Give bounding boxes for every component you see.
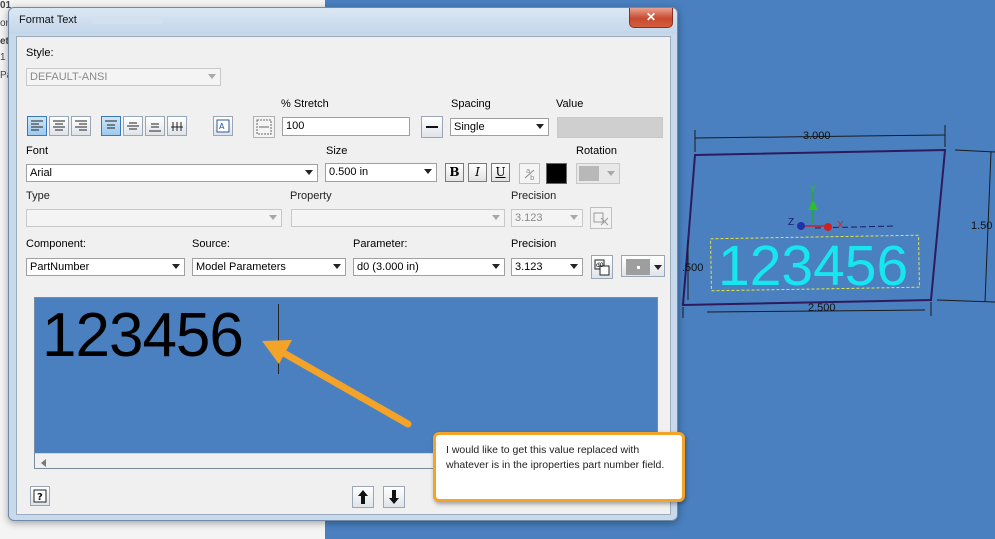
annotation-callout: I would like to get this value replaced … [433, 432, 685, 502]
